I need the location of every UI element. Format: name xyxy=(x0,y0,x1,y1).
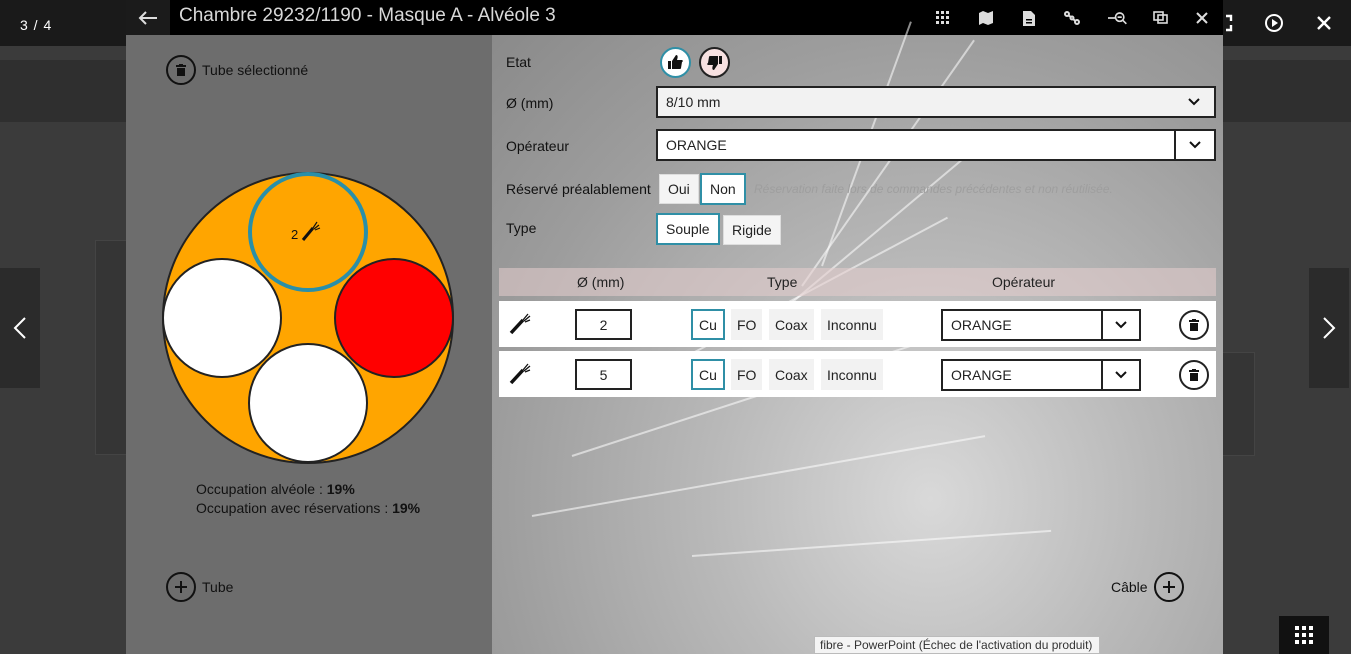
operator-value: ORANGE xyxy=(666,137,727,153)
chevron-down-icon xyxy=(1174,88,1214,116)
cable-icon xyxy=(509,363,531,390)
diameter-input[interactable]: 2 xyxy=(575,309,632,340)
chevron-down-icon xyxy=(1174,131,1214,159)
trash-icon xyxy=(1189,319,1199,331)
type-fo-button[interactable]: FO xyxy=(731,309,763,340)
previous-slide-button[interactable] xyxy=(0,268,40,388)
arrow-left-icon xyxy=(138,10,157,25)
slide-titlebar: Chambre 29232/1190 - Masque A - Alvéole … xyxy=(126,0,1223,35)
thumbs-down-button[interactable] xyxy=(699,47,730,78)
reserved-label: Réservé préalablement xyxy=(506,181,651,197)
thumbs-down-icon xyxy=(707,56,722,70)
occupation-res-value: 19% xyxy=(392,500,421,516)
type-fo-button[interactable]: FO xyxy=(731,359,763,390)
diameter-label: Ø (mm) xyxy=(506,95,554,111)
slide-image: Chambre 29232/1190 - Masque A - Alvéole … xyxy=(126,0,1223,654)
trash-icon xyxy=(166,55,196,85)
col-operator: Opérateur xyxy=(992,274,1056,290)
type-inconnu-button[interactable]: Inconnu xyxy=(821,309,883,340)
background-panel xyxy=(95,240,130,455)
tube-white[interactable] xyxy=(162,258,282,378)
tube-cable-count: 2 xyxy=(291,227,298,242)
type-inconnu-button[interactable]: Inconnu xyxy=(821,359,883,390)
plus-icon xyxy=(166,572,196,602)
reserved-yes-button[interactable]: Oui xyxy=(659,174,699,204)
type-rigide-button[interactable]: Rigide xyxy=(723,215,781,245)
delete-cable-button[interactable] xyxy=(1179,360,1209,390)
operator-combobox[interactable]: ORANGE xyxy=(656,129,1216,161)
tube-selected-label: Tube sélectionné xyxy=(202,62,309,78)
diameter-value: 8/10 mm xyxy=(666,94,721,110)
thumbnails-grid-button[interactable] xyxy=(1279,616,1329,654)
close-icon[interactable] xyxy=(1311,10,1337,36)
col-diameter: Ø (mm) xyxy=(577,274,625,290)
cable-table-header: Ø (mm) Type Opérateur xyxy=(499,268,1216,296)
type-cu-button[interactable]: Cu xyxy=(691,309,725,340)
operator-combobox[interactable]: ORANGE xyxy=(941,309,1141,341)
page-title: Chambre 29232/1190 - Masque A - Alvéole … xyxy=(179,5,556,26)
operator-value: ORANGE xyxy=(951,367,1012,383)
type-cu-button[interactable]: Cu xyxy=(691,359,725,390)
operator-label: Opérateur xyxy=(506,138,570,154)
map-icon[interactable] xyxy=(976,8,996,28)
tube-selected[interactable]: Tube sélectionné xyxy=(166,55,308,85)
trash-icon xyxy=(1189,369,1199,381)
type-label: Type xyxy=(506,220,537,236)
add-tube-button[interactable]: Tube xyxy=(166,572,233,602)
alveole-diagram: 2 xyxy=(162,172,454,464)
chevron-down-icon xyxy=(1101,361,1139,389)
zoom-out-icon[interactable] xyxy=(1108,8,1128,28)
operator-combobox[interactable]: ORANGE xyxy=(941,359,1141,391)
back-button[interactable] xyxy=(126,0,170,35)
tube-red[interactable] xyxy=(334,258,454,378)
diameter-input[interactable]: 5 xyxy=(575,359,632,390)
occupation-value: 19% xyxy=(326,481,355,497)
network-icon[interactable] xyxy=(1062,8,1082,28)
type-souple-button[interactable]: Souple xyxy=(656,213,720,245)
type-coax-button[interactable]: Coax xyxy=(769,359,814,390)
reserved-hint: Réservation faite lors de commandes préc… xyxy=(754,182,1113,196)
chevron-left-icon xyxy=(13,317,26,339)
operator-value: ORANGE xyxy=(951,317,1012,333)
col-type: Type xyxy=(767,274,798,290)
grid-icon xyxy=(1295,626,1313,644)
table-row: 2 Cu FO Coax Inconnu ORANGE xyxy=(499,301,1216,347)
cable-icon xyxy=(509,313,531,340)
slide-close-icon[interactable] xyxy=(1192,8,1212,28)
copy-icon[interactable] xyxy=(1151,8,1171,28)
type-coax-button[interactable]: Coax xyxy=(769,309,814,340)
tooltip: fibre - PowerPoint (Échec de l'activatio… xyxy=(814,636,1100,654)
tube-white[interactable] xyxy=(248,343,368,463)
add-cable-label: Câble xyxy=(1111,579,1148,595)
grid-icon[interactable] xyxy=(933,8,953,28)
thumbs-up-icon xyxy=(668,55,683,69)
slideshow-play-icon[interactable] xyxy=(1261,10,1287,36)
occupation-res-label: Occupation avec réservations : xyxy=(196,500,393,516)
fiber-streak xyxy=(691,529,1052,557)
occupation-label: Occupation alvéole : xyxy=(196,481,327,497)
occupation-stats: Occupation alvéole : 19% Occupation avec… xyxy=(196,480,420,518)
chevron-down-icon xyxy=(1101,311,1139,339)
reserved-no-button[interactable]: Non xyxy=(700,173,746,205)
add-cable-button[interactable]: Câble xyxy=(1111,572,1184,602)
diameter-select[interactable]: 8/10 mm xyxy=(656,86,1216,118)
table-row: 5 Cu FO Coax Inconnu ORANGE xyxy=(499,351,1216,397)
next-slide-button[interactable] xyxy=(1309,268,1349,388)
background-panel xyxy=(1222,352,1255,456)
delete-cable-button[interactable] xyxy=(1179,310,1209,340)
plus-icon xyxy=(1153,572,1184,602)
thumbs-up-button[interactable] xyxy=(660,47,691,78)
etat-label: Etat xyxy=(506,54,531,70)
add-tube-label: Tube xyxy=(202,579,234,595)
chevron-right-icon xyxy=(1323,317,1336,339)
slide-counter: 3 / 4 xyxy=(20,17,53,33)
document-icon[interactable] xyxy=(1019,8,1039,28)
